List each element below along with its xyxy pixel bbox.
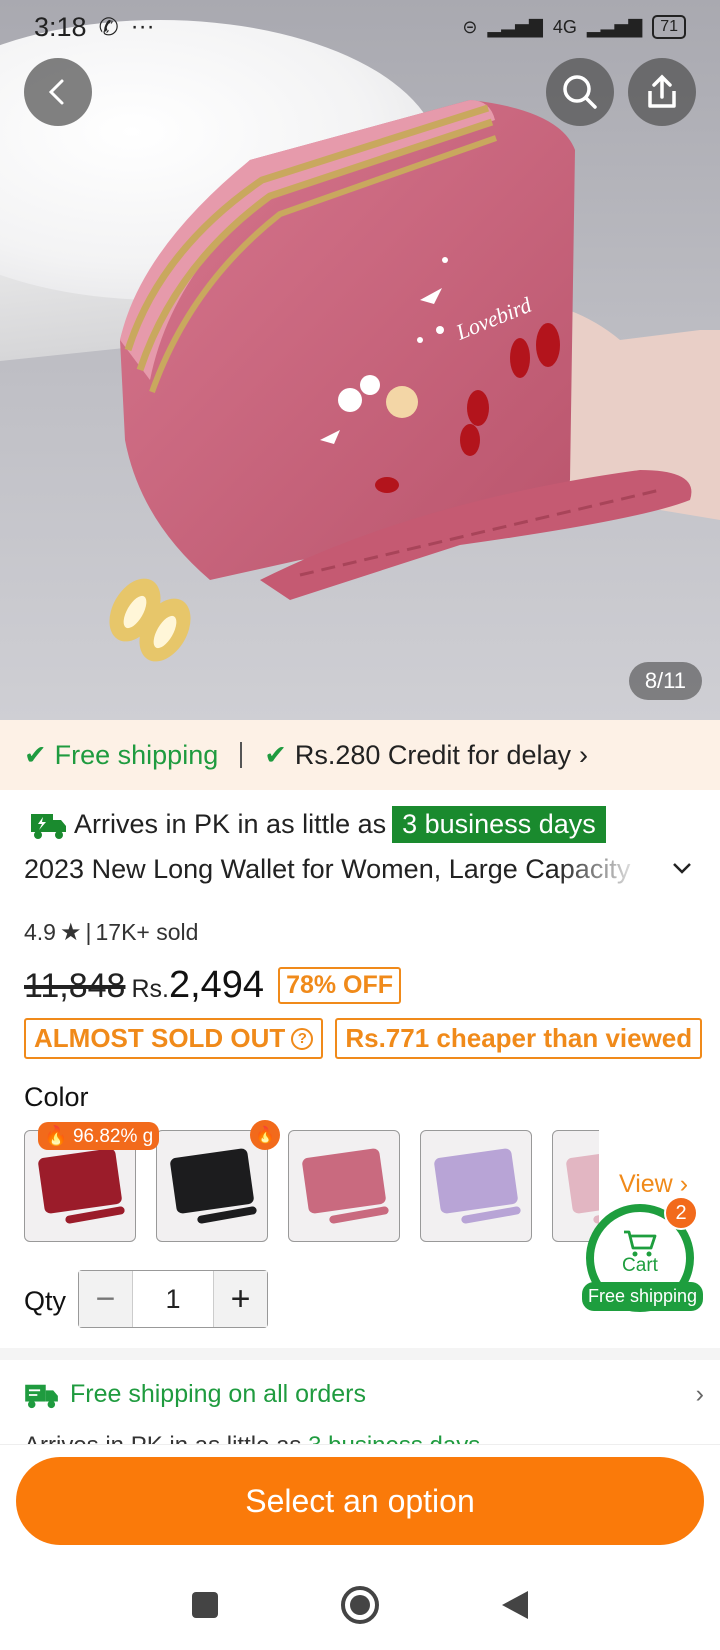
sold-count: 17K+ sold bbox=[95, 919, 199, 945]
cart-label: Cart bbox=[622, 1255, 658, 1276]
price-row: 11,848 Rs. 2,494 78% OFF bbox=[24, 964, 402, 1007]
discount-badge: 78% OFF bbox=[278, 967, 402, 1004]
chevron-right-icon: › bbox=[579, 739, 588, 770]
product-title[interactable]: 2023 New Long Wallet for Women, Large Ca… bbox=[24, 854, 644, 885]
color-swatch-black[interactable] bbox=[156, 1130, 268, 1242]
truck-icon bbox=[25, 1384, 58, 1408]
search-button[interactable] bbox=[546, 58, 614, 126]
signal-icon: ▂▃▅▇ bbox=[487, 16, 543, 37]
share-button[interactable] bbox=[628, 58, 696, 126]
system-nav-bar bbox=[0, 1560, 720, 1650]
star-icon: ★ bbox=[59, 919, 82, 946]
shipping-info-row[interactable]: Free shipping on all orders › bbox=[24, 1380, 704, 1409]
chevron-left-icon bbox=[48, 79, 64, 105]
chevron-right-icon: › bbox=[679, 1170, 689, 1198]
battery-indicator: 71 bbox=[652, 15, 686, 39]
swatch-wallet bbox=[301, 1147, 387, 1215]
decrease-qty-button[interactable]: − bbox=[79, 1271, 133, 1327]
chevron-down-icon[interactable] bbox=[670, 856, 694, 880]
arrival-info-secondary: Arrives in PK in as little as 3 business… bbox=[24, 1432, 704, 1444]
share-icon bbox=[648, 74, 676, 108]
delay-credit-label: Rs.280 Credit for delay bbox=[294, 739, 571, 770]
bottom-action-bar: Select an option bbox=[0, 1444, 720, 1560]
status-time: 3:18 bbox=[34, 11, 87, 42]
increase-qty-button[interactable]: + bbox=[213, 1271, 267, 1327]
qty-label: Qty bbox=[24, 1286, 67, 1316]
free-shipping-label: Free shipping bbox=[54, 739, 219, 770]
cart-free-shipping-label: Free shipping bbox=[582, 1282, 704, 1311]
currency-symbol: Rs. bbox=[131, 975, 169, 1003]
color-swatch-pink[interactable] bbox=[288, 1130, 400, 1242]
product-image[interactable]: Lovebird 3:18 ✆ ··· ⊝ ▂▃▅▇ 4G ▂▃▅▇ 71 8/… bbox=[0, 0, 720, 720]
view-label: View bbox=[619, 1170, 673, 1198]
cart-icon bbox=[624, 1230, 657, 1257]
almost-sold-out-tag[interactable]: ALMOST SOLD OUT ? bbox=[24, 1018, 324, 1059]
check-icon: ✔ bbox=[264, 739, 287, 770]
signal-icon-2: ▂▃▅▇ bbox=[586, 16, 643, 37]
fast-truck-icon bbox=[31, 813, 66, 839]
image-pager: 8/11 bbox=[628, 662, 702, 700]
free-shipping-all-orders: Free shipping on all orders bbox=[70, 1380, 366, 1408]
almost-sold-out-label: ALMOST SOLD OUT bbox=[34, 1023, 286, 1053]
whatsapp-icon: ✆ bbox=[98, 13, 119, 41]
search-icon bbox=[563, 75, 597, 109]
divider bbox=[240, 742, 243, 768]
rating-value: 4.9 bbox=[24, 919, 56, 945]
fire-icon: 🔥 bbox=[44, 1126, 68, 1147]
promo-tags: ALMOST SOLD OUT ? Rs.771 cheaper than vi… bbox=[24, 1018, 703, 1059]
arrival-secondary-badge: 3 business days bbox=[308, 1432, 480, 1444]
chevron-right-icon: › bbox=[695, 1380, 704, 1408]
shipping-banner[interactable]: ✔ Free shipping ✔ Rs.280 Credit for dela… bbox=[0, 720, 720, 790]
recents-icon[interactable] bbox=[190, 1590, 220, 1620]
section-divider bbox=[0, 1348, 720, 1360]
quantity-stepper: − 1 + bbox=[78, 1270, 268, 1328]
business-days-badge: 3 business days bbox=[392, 806, 606, 843]
view-more-link[interactable]: View › bbox=[619, 1170, 688, 1199]
wallet-illustration: Lovebird bbox=[109, 100, 720, 662]
check-icon: ✔ bbox=[24, 739, 47, 770]
arrival-secondary-text: Arrives in PK in as little as bbox=[24, 1432, 301, 1444]
more-dots: ··· bbox=[130, 13, 155, 40]
swatch-wallet bbox=[169, 1147, 255, 1215]
select-option-button[interactable]: Select an option bbox=[16, 1457, 704, 1545]
cart-count-badge: 2 bbox=[664, 1196, 698, 1230]
hot-percent-badge: 🔥 96.82% g bbox=[38, 1122, 160, 1150]
hot-percent-label: 96.82% g bbox=[72, 1126, 154, 1147]
sale-price: 2,494 bbox=[168, 964, 265, 1006]
network-label: 4G bbox=[552, 16, 577, 37]
fire-icon: 🔥 bbox=[250, 1120, 280, 1150]
floating-cart[interactable]: Cart 2 Free shipping bbox=[582, 1196, 704, 1312]
home-icon[interactable] bbox=[340, 1585, 380, 1625]
back-button[interactable] bbox=[24, 58, 92, 126]
original-price: 11,848 bbox=[24, 967, 126, 1005]
arrival-info: Arrives in PK in as little as 3 business… bbox=[30, 806, 606, 843]
help-icon[interactable]: ? bbox=[291, 1027, 314, 1050]
status-bar: 3:18 ✆ ··· ⊝ ▂▃▅▇ 4G ▂▃▅▇ 71 bbox=[0, 0, 720, 54]
back-nav-icon[interactable] bbox=[500, 1589, 530, 1621]
swatch-wallet bbox=[433, 1147, 519, 1215]
arrives-text: Arrives in PK in as little as bbox=[74, 809, 387, 839]
color-swatch-lavender[interactable] bbox=[420, 1130, 532, 1242]
color-label: Color bbox=[24, 1082, 89, 1112]
swatch-wallet bbox=[37, 1147, 123, 1215]
separator: | bbox=[85, 919, 92, 945]
link-icon: ⊝ bbox=[462, 16, 478, 37]
quantity-value[interactable]: 1 bbox=[133, 1271, 213, 1327]
rating-row[interactable]: 4.9 ★ | 17K+ sold bbox=[24, 918, 198, 947]
cheaper-than-viewed-tag: Rs.771 cheaper than viewed bbox=[335, 1018, 703, 1059]
